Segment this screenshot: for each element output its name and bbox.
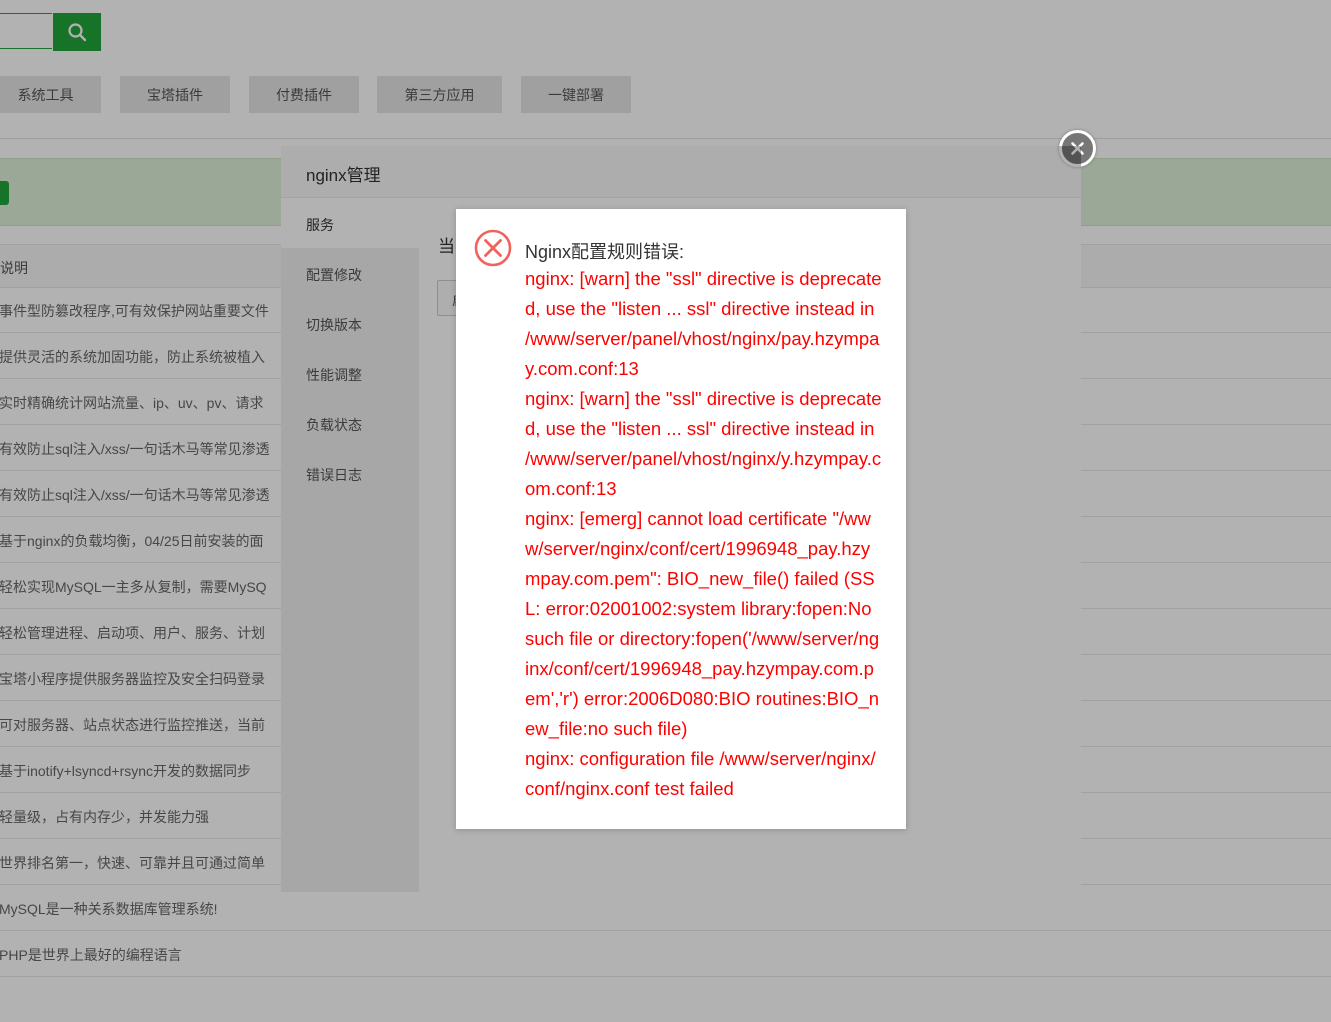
error-line: nginx: [warn] the "ssl" directive is dep… [525,388,882,499]
error-icon [474,229,512,267]
error-dialog: Nginx配置规则错误: nginx: [warn] the "ssl" dir… [456,209,906,829]
error-line: nginx: [emerg] cannot load certificate "… [525,508,880,739]
error-line: nginx: [warn] the "ssl" directive is dep… [525,268,882,379]
error-message: nginx: [warn] the "ssl" directive is dep… [525,264,883,804]
error-title: Nginx配置规则错误: [525,242,685,262]
error-line: nginx: configuration file /www/server/ng… [525,748,876,799]
